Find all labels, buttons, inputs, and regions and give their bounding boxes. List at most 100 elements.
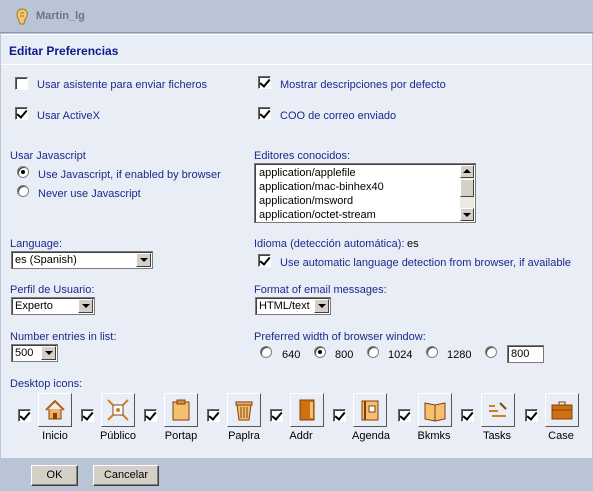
- publico-label: Público: [99, 430, 137, 442]
- page-title: Editar Preferencias: [9, 44, 119, 58]
- perfil-label: Perfil de Usuario:: [10, 284, 95, 296]
- user-logo-icon: [16, 8, 28, 25]
- width-800-label: 800: [335, 349, 354, 361]
- idioma-label: Idioma (detección automática):: [254, 238, 405, 250]
- case-label: Case: [548, 430, 574, 442]
- tasks-icon: [489, 402, 507, 417]
- javascript-never-label: Never use Javascript: [38, 188, 141, 200]
- perfil-select[interactable]: Experto: [11, 297, 95, 315]
- tasks-checkbox[interactable]: [461, 409, 474, 422]
- addr-button[interactable]: [290, 393, 324, 427]
- briefcase-icon: [551, 401, 573, 420]
- usar-asistente-checkbox[interactable]: [15, 77, 28, 90]
- list-item[interactable]: application/msword: [259, 195, 353, 207]
- cancel-button[interactable]: Cancelar: [93, 465, 159, 486]
- chevron-down-icon[interactable]: [136, 253, 151, 267]
- agenda-label: Agenda: [352, 430, 390, 442]
- username: Martin_lg: [36, 10, 85, 22]
- publico-button[interactable]: [101, 393, 135, 427]
- entries-select[interactable]: 500: [11, 344, 58, 362]
- scroll-thumb[interactable]: [460, 179, 474, 197]
- mostrar-descripciones-checkbox[interactable]: [258, 76, 271, 89]
- preferences-window: Martin_lg Editar Preferencias Usar asist…: [0, 0, 593, 491]
- clipboard-icon: [172, 399, 190, 421]
- mostrar-descripciones-label: Mostrar descripciones por defecto: [280, 79, 446, 91]
- javascript-enabled-label: Use Javascript, if enabled by browser: [38, 169, 221, 181]
- address-book-icon: [299, 399, 315, 421]
- width-1024-label: 1024: [388, 349, 413, 361]
- width-1280-label: 1280: [447, 349, 472, 361]
- inicio-button[interactable]: [38, 393, 72, 427]
- usar-activex-label: Usar ActiveX: [37, 110, 100, 122]
- ok-button[interactable]: OK: [31, 465, 78, 486]
- coo-correo-label: COO de correo enviado: [280, 110, 397, 122]
- preferences-panel: Editar Preferencias Usar asistente para …: [1, 34, 592, 458]
- bkmks-checkbox[interactable]: [398, 409, 411, 422]
- inicio-checkbox[interactable]: [18, 409, 31, 422]
- case-checkbox[interactable]: [525, 409, 538, 422]
- chevron-down-icon[interactable]: [41, 346, 56, 360]
- email-format-label: Format of email messages:: [254, 284, 387, 296]
- paplra-label: Paplra: [228, 430, 260, 442]
- chevron-down-icon[interactable]: [78, 299, 93, 313]
- javascript-enabled-radio[interactable]: [17, 166, 29, 178]
- entries-value: 500: [15, 347, 34, 359]
- auto-language-label: Use automatic language detection from br…: [280, 257, 572, 269]
- language-select[interactable]: es (Spanish): [11, 251, 153, 269]
- home-icon: [45, 399, 65, 420]
- agenda-checkbox[interactable]: [333, 409, 346, 422]
- editores-label: Editores conocidos:: [254, 150, 350, 162]
- list-item[interactable]: application/octet-stream: [259, 209, 376, 221]
- paplra-checkbox[interactable]: [207, 409, 220, 422]
- listbox-scrollbar[interactable]: [460, 165, 474, 221]
- javascript-label: Usar Javascript: [10, 150, 86, 162]
- width-1024-radio[interactable]: [367, 346, 379, 358]
- usar-activex-checkbox[interactable]: [15, 107, 28, 120]
- divider: [1, 64, 592, 65]
- auto-language-checkbox[interactable]: [258, 254, 271, 267]
- agenda-icon: [361, 400, 379, 421]
- idioma-value: es: [407, 238, 419, 250]
- list-item[interactable]: application/applefile: [259, 167, 356, 179]
- tasks-label: Tasks: [482, 430, 512, 442]
- scroll-down-icon[interactable]: [460, 208, 474, 221]
- bookmarks-icon: [424, 402, 446, 422]
- editores-listbox[interactable]: application/applefile application/mac-bi…: [254, 163, 476, 223]
- width-640-label: 640: [282, 349, 301, 361]
- email-format-select[interactable]: HTML/text: [255, 297, 331, 315]
- width-800-radio[interactable]: [314, 346, 326, 358]
- email-format-value: HTML/text: [259, 300, 310, 312]
- perfil-value: Experto: [15, 300, 53, 312]
- agenda-button[interactable]: [353, 393, 387, 427]
- bkmks-label: Bkmks: [417, 430, 451, 442]
- list-item[interactable]: application/mac-binhex40: [259, 181, 384, 193]
- javascript-never-radio[interactable]: [17, 185, 29, 197]
- bkmks-button[interactable]: [418, 393, 452, 427]
- case-button[interactable]: [545, 393, 579, 427]
- title-bar: Martin_lg: [0, 0, 593, 33]
- usar-asistente-label: Usar asistente para enviar ficheros: [37, 79, 207, 91]
- entries-label: Number entries in list:: [10, 331, 117, 343]
- portap-button[interactable]: [164, 393, 198, 427]
- width-1280-radio[interactable]: [426, 346, 438, 358]
- portap-checkbox[interactable]: [144, 409, 157, 422]
- browser-width-label: Preferred width of browser window:: [254, 331, 426, 343]
- coo-correo-checkbox[interactable]: [258, 107, 271, 120]
- public-icon: [107, 399, 129, 421]
- desktop-icons-label: Desktop icons:: [10, 378, 83, 390]
- portap-label: Portap: [164, 430, 198, 442]
- width-custom-radio[interactable]: [485, 346, 497, 358]
- addr-label: Addr: [289, 430, 313, 442]
- footer-bar: [0, 459, 593, 491]
- tasks-button[interactable]: [481, 393, 515, 427]
- addr-checkbox[interactable]: [270, 409, 283, 422]
- publico-checkbox[interactable]: [81, 409, 94, 422]
- custom-width-input[interactable]: 800: [507, 345, 544, 363]
- paplra-button[interactable]: [227, 393, 261, 427]
- inicio-label: Inicio: [42, 430, 68, 442]
- chevron-down-icon[interactable]: [314, 299, 329, 313]
- trash-icon: [235, 401, 253, 421]
- language-label: Language:: [10, 238, 62, 250]
- scroll-up-icon[interactable]: [460, 165, 474, 178]
- width-640-radio[interactable]: [260, 346, 272, 358]
